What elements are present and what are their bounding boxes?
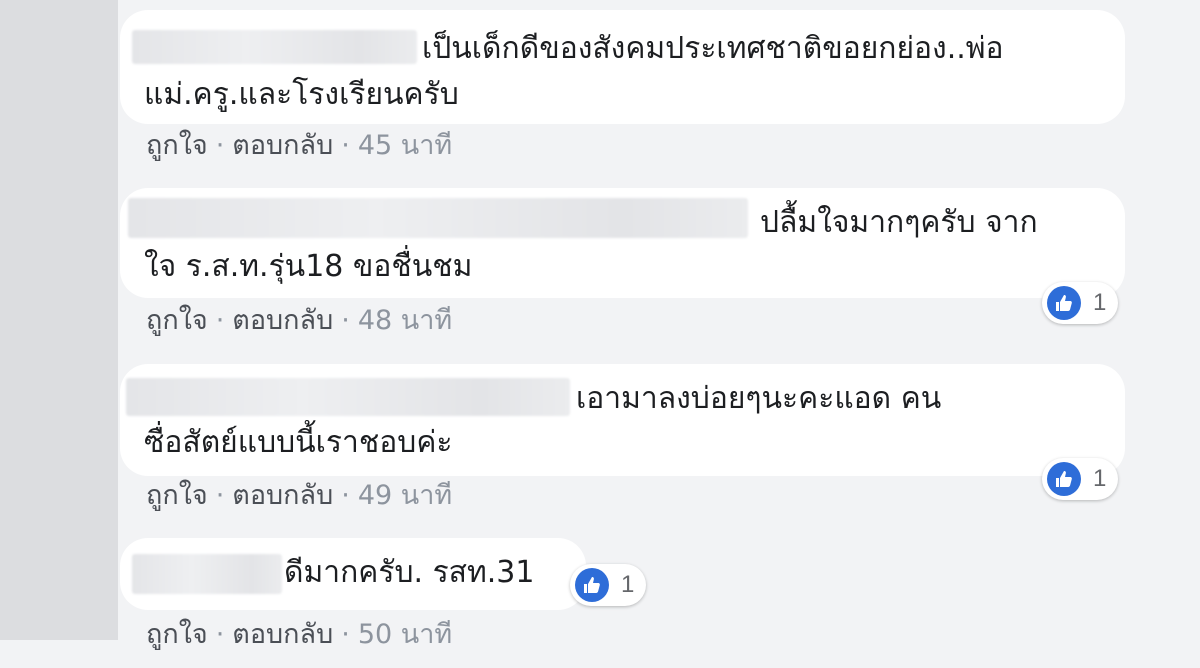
separator-dot: ·	[215, 305, 225, 336]
comment-text-line: ดีมากครับ. รสท.31	[284, 555, 535, 590]
comment-bubble: ดีมากครับ. รสท.31	[120, 538, 586, 610]
separator-dot: ·	[341, 130, 350, 161]
thumbs-up-icon	[575, 568, 609, 602]
blurred-author-name[interactable]	[126, 378, 570, 416]
like-link[interactable]: ถูกใจ	[146, 305, 208, 336]
reaction-summary[interactable]: 1	[1042, 458, 1119, 500]
comment-timestamp[interactable]: 49 นาที	[358, 480, 452, 511]
comment-bubble: ปลื้มใจมากๆครับ จาก ใจ ร.ส.ท.รุ่น18 ขอชื…	[120, 188, 1125, 298]
reaction-count: 1	[1093, 465, 1107, 492]
comment-timestamp[interactable]: 48 นาที	[358, 305, 452, 336]
comment-actions: ถูกใจ · ตอบกลับ · 45 นาที	[146, 128, 452, 164]
comment-text-line: ซื่อสัตย์แบบนี้เราชอบค่ะ	[144, 425, 453, 460]
comment-actions: ถูกใจ · ตอบกลับ · 50 นาที	[146, 617, 452, 653]
separator-dot: ·	[341, 305, 350, 336]
blurred-author-name[interactable]	[132, 30, 417, 64]
reaction-count: 1	[1093, 289, 1107, 316]
comment-text-line: ปลื้มใจมากๆครับ จาก	[760, 205, 1038, 240]
comment-timestamp[interactable]: 45 นาที	[358, 130, 452, 161]
reaction-summary[interactable]: 1	[1042, 282, 1119, 324]
reaction-summary[interactable]: 1	[570, 564, 647, 606]
comment-bubble: เป็นเด็กดีของสังคมประเทศชาติขอยกย่อง..พ่…	[120, 10, 1125, 124]
reply-link[interactable]: ตอบกลับ	[232, 130, 333, 161]
like-link[interactable]: ถูกใจ	[146, 619, 208, 650]
like-link[interactable]: ถูกใจ	[146, 480, 208, 511]
comment-bubble: เอามาลงบ่อยๆนะคะแอด คน ซื่อสัตย์แบบนี้เร…	[120, 364, 1125, 476]
separator-dot: ·	[341, 619, 350, 650]
blurred-avatar-column	[0, 0, 118, 640]
blurred-author-name[interactable]	[128, 198, 748, 238]
separator-dot: ·	[215, 480, 225, 511]
separator-dot: ·	[341, 480, 350, 511]
thumbs-up-icon	[1047, 462, 1081, 496]
blurred-author-name[interactable]	[132, 554, 282, 594]
comment-text-line: เป็นเด็กดีของสังคมประเทศชาติขอยกย่อง..พ่…	[422, 31, 1004, 66]
comment-text-line: เอามาลงบ่อยๆนะคะแอด คน	[576, 381, 942, 416]
like-link[interactable]: ถูกใจ	[146, 130, 208, 161]
separator-dot: ·	[215, 130, 225, 161]
reply-link[interactable]: ตอบกลับ	[232, 619, 333, 650]
comment-actions: ถูกใจ · ตอบกลับ · 49 นาที	[146, 478, 452, 514]
comment-text-line: แม่.ครู.และโรงเรียนครับ	[144, 77, 459, 112]
reaction-count: 1	[621, 571, 635, 598]
reply-link[interactable]: ตอบกลับ	[232, 305, 333, 336]
comment-text-line: ใจ ร.ส.ท.รุ่น18 ขอชื่นชม	[144, 249, 473, 284]
reply-link[interactable]: ตอบกลับ	[232, 480, 333, 511]
comment-actions: ถูกใจ · ตอบกลับ · 48 นาที	[146, 303, 452, 339]
comment-timestamp[interactable]: 50 นาที	[358, 619, 452, 650]
thumbs-up-icon	[1047, 286, 1081, 320]
separator-dot: ·	[215, 619, 225, 650]
